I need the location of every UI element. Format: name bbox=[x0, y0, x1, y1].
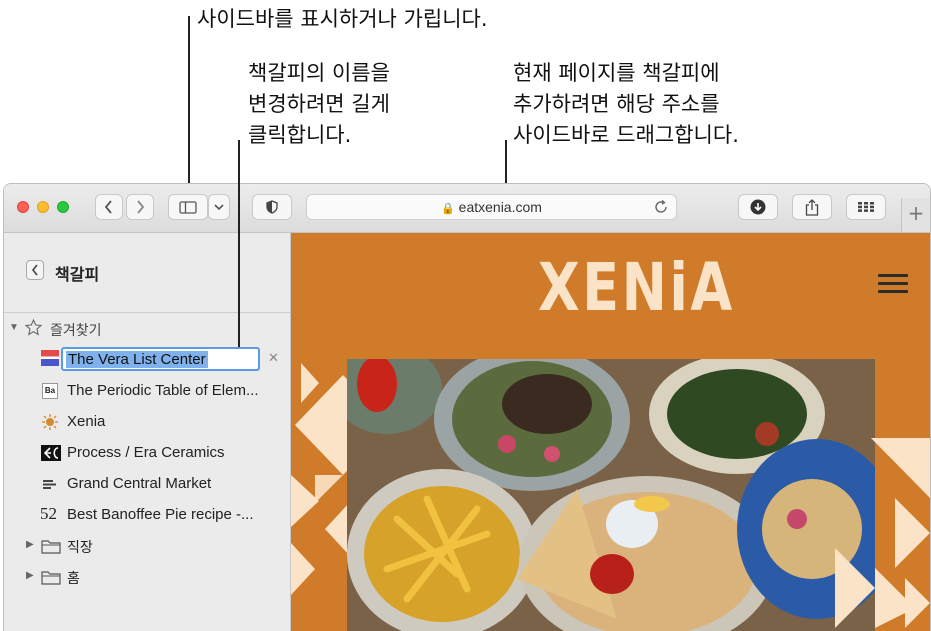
bookmark-label: Process / Era Ceramics bbox=[67, 444, 225, 461]
lock-icon: 🔒 bbox=[441, 203, 455, 215]
privacy-report-button[interactable] bbox=[252, 194, 292, 220]
download-icon bbox=[750, 199, 766, 215]
folder-icon bbox=[41, 571, 61, 585]
bookmark-row[interactable]: Ba The Periodic Table of Elem... bbox=[4, 377, 290, 405]
bookmark-row-editing[interactable]: The Vera List Center ✕ bbox=[4, 346, 290, 374]
folder-row-home[interactable]: ▶ 홈 bbox=[4, 563, 290, 591]
bookmark-label: Grand Central Market bbox=[67, 475, 212, 492]
clear-text-icon[interactable]: ✕ bbox=[268, 350, 279, 366]
chevron-left-icon bbox=[104, 200, 112, 214]
callout-sidebar-toggle: 사이드바를 표시하거나 가립니다. bbox=[197, 7, 488, 31]
bookmark-rename-input[interactable]: The Vera List Center bbox=[61, 347, 260, 371]
sidebar-toggle-button[interactable] bbox=[168, 194, 208, 220]
web-content: XENiA bbox=[291, 233, 930, 631]
reload-icon[interactable] bbox=[654, 200, 668, 214]
bookmark-label: Xenia bbox=[67, 413, 106, 430]
address-bar[interactable]: 🔒 eatxenia.com bbox=[306, 194, 677, 220]
leader-line-sidebar bbox=[188, 16, 190, 196]
close-window-button[interactable] bbox=[17, 201, 29, 213]
callout-add-line2: 추가하려면 해당 주소를 bbox=[513, 92, 720, 116]
vera-list-center-favicon bbox=[41, 350, 59, 366]
food-photo bbox=[347, 359, 875, 631]
favorites-label: 즐겨찾기 bbox=[50, 322, 102, 338]
callout-add-line3: 사이드바로 드래그합니다. bbox=[513, 123, 739, 147]
share-button[interactable] bbox=[792, 194, 832, 220]
shield-icon bbox=[266, 200, 278, 214]
toolbar: 🔒 eatxenia.com + bbox=[4, 184, 930, 233]
ba-favicon: Ba bbox=[42, 383, 58, 399]
new-tab-button[interactable]: + bbox=[901, 198, 930, 232]
sidebar-menu-button[interactable] bbox=[208, 194, 230, 220]
callout-rename-line1: 책갈피의 이름을 bbox=[248, 61, 390, 85]
share-icon bbox=[805, 198, 819, 216]
forward-button[interactable] bbox=[126, 194, 154, 220]
bookmark-row[interactable]: 52 Best Banoffee Pie recipe -... bbox=[4, 501, 290, 529]
folder-row-work[interactable]: ▶ 직장 bbox=[4, 532, 290, 560]
bookmark-row[interactable]: Xenia bbox=[4, 408, 290, 436]
favorites-section-header[interactable]: ▼ 즐겨찾기 bbox=[4, 314, 290, 342]
callout-add-line1: 현재 페이지를 책갈피에 bbox=[513, 61, 720, 85]
callout-rename-line2: 변경하려면 길게 bbox=[248, 92, 390, 116]
bookmark-row[interactable]: Process / Era Ceramics bbox=[4, 439, 290, 467]
bookmark-row[interactable]: Grand Central Market bbox=[4, 470, 290, 498]
downloads-button[interactable] bbox=[738, 194, 778, 220]
tab-overview-button[interactable] bbox=[846, 194, 886, 220]
url-text: eatxenia.com bbox=[458, 199, 542, 215]
leader-line-rename-overlay bbox=[238, 140, 240, 347]
grid-icon bbox=[858, 202, 874, 212]
disclosure-triangle-collapsed-icon[interactable]: ▶ bbox=[26, 570, 34, 581]
bookmark-label: The Periodic Table of Elem... bbox=[67, 382, 259, 399]
site-logo[interactable]: XENiA bbox=[538, 249, 735, 326]
food-photo-illustration bbox=[347, 359, 875, 631]
zoom-window-button[interactable] bbox=[57, 201, 69, 213]
chevron-down-icon bbox=[214, 203, 224, 210]
number-52-favicon: 52 bbox=[40, 504, 57, 523]
rename-input-selected-text: The Vera List Center bbox=[66, 351, 208, 368]
folder-label: 직장 bbox=[67, 539, 93, 555]
disclosure-triangle-collapsed-icon[interactable]: ▶ bbox=[26, 539, 34, 550]
chevron-right-icon bbox=[137, 200, 145, 214]
star-icon bbox=[25, 319, 42, 336]
era-ceramics-favicon bbox=[41, 445, 61, 461]
xenia-sun-favicon bbox=[42, 414, 58, 430]
grand-central-favicon bbox=[43, 480, 56, 489]
folder-icon bbox=[41, 540, 61, 554]
address-url: 🔒 eatxenia.com bbox=[307, 199, 676, 215]
bookmark-label: Best Banoffee Pie recipe -... bbox=[67, 506, 254, 523]
minimize-window-button[interactable] bbox=[37, 201, 49, 213]
back-button[interactable] bbox=[95, 194, 123, 220]
geometric-pattern-right bbox=[835, 438, 930, 628]
folder-label: 홈 bbox=[67, 570, 80, 586]
callout-rename-line3: 클릭합니다. bbox=[248, 123, 352, 147]
disclosure-triangle-expanded-icon[interactable]: ▼ bbox=[9, 322, 19, 333]
sidebar-icon bbox=[179, 200, 197, 214]
